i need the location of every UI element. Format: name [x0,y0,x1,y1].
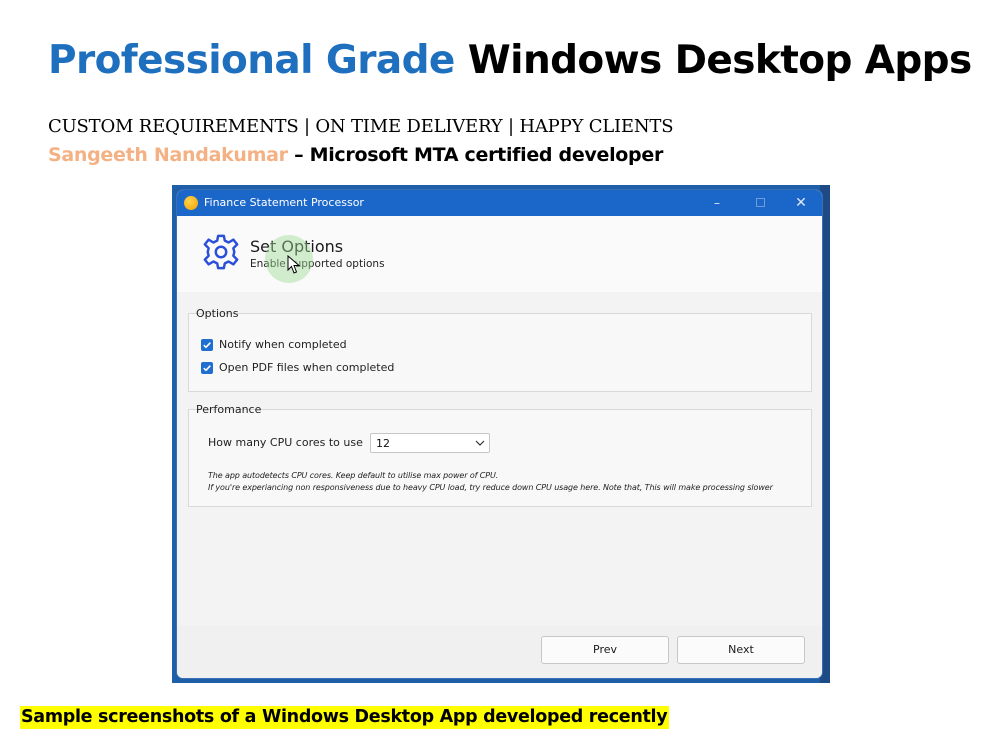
prev-button[interactable]: Prev [541,636,669,664]
options-group [188,313,812,392]
cpu-cores-label: How many CPU cores to use [208,436,363,449]
cpu-cores-value: 12 [376,437,390,450]
author-description: – Microsoft MTA certified developer [287,144,664,166]
open-pdf-checkbox-label: Open PDF files when completed [219,361,395,374]
app-window: Finance Statement Processor – ✕ Set Opti… [177,190,822,678]
open-pdf-checkbox[interactable]: Open PDF files when completed [201,361,394,374]
wizard-footer: Prev Next [177,626,822,678]
performance-group [188,409,812,507]
performance-group-label: Perfomance [196,403,262,416]
cpu-note-line-2: If you're experiancing non responsivenes… [208,483,773,492]
app-orb-icon [184,196,198,210]
next-button[interactable]: Next [677,636,805,664]
slide-title-rest: Windows Desktop Apps [467,38,972,83]
mouse-cursor-icon [287,255,301,274]
slide-subtitle: CUSTOM REQUIREMENTS | ON TIME DELIVERY |… [48,116,674,137]
gear-icon [203,234,239,270]
minimize-button[interactable]: – [707,193,727,213]
cpu-note-line-1: The app autodetects CPU cores. Keep defa… [208,471,499,480]
slide-title: Professional Grade Windows Desktop Apps [48,38,972,83]
notify-checkbox[interactable]: Notify when completed [201,338,347,351]
chevron-down-icon [475,440,485,446]
checkbox-checked-icon [201,361,213,374]
maximize-button[interactable] [751,193,771,213]
notify-checkbox-label: Notify when completed [219,338,347,351]
window-title: Finance Statement Processor [204,196,364,209]
cpu-cores-select[interactable]: 12 [370,433,490,453]
author-name: Sangeeth Nandakumar [48,144,288,166]
author-line: Sangeeth Nandakumar – Microsoft MTA cert… [48,144,663,166]
slide-title-accent: Professional Grade [48,38,455,83]
app-screenshot: Finance Statement Processor – ✕ Set Opti… [172,185,830,683]
slide-caption: Sample screenshots of a Windows Desktop … [20,706,670,729]
window-titlebar[interactable]: Finance Statement Processor – ✕ [177,190,822,216]
close-button[interactable]: ✕ [791,193,811,213]
checkbox-checked-icon [201,338,213,351]
options-group-label: Options [196,307,239,320]
maximize-icon [756,198,765,207]
